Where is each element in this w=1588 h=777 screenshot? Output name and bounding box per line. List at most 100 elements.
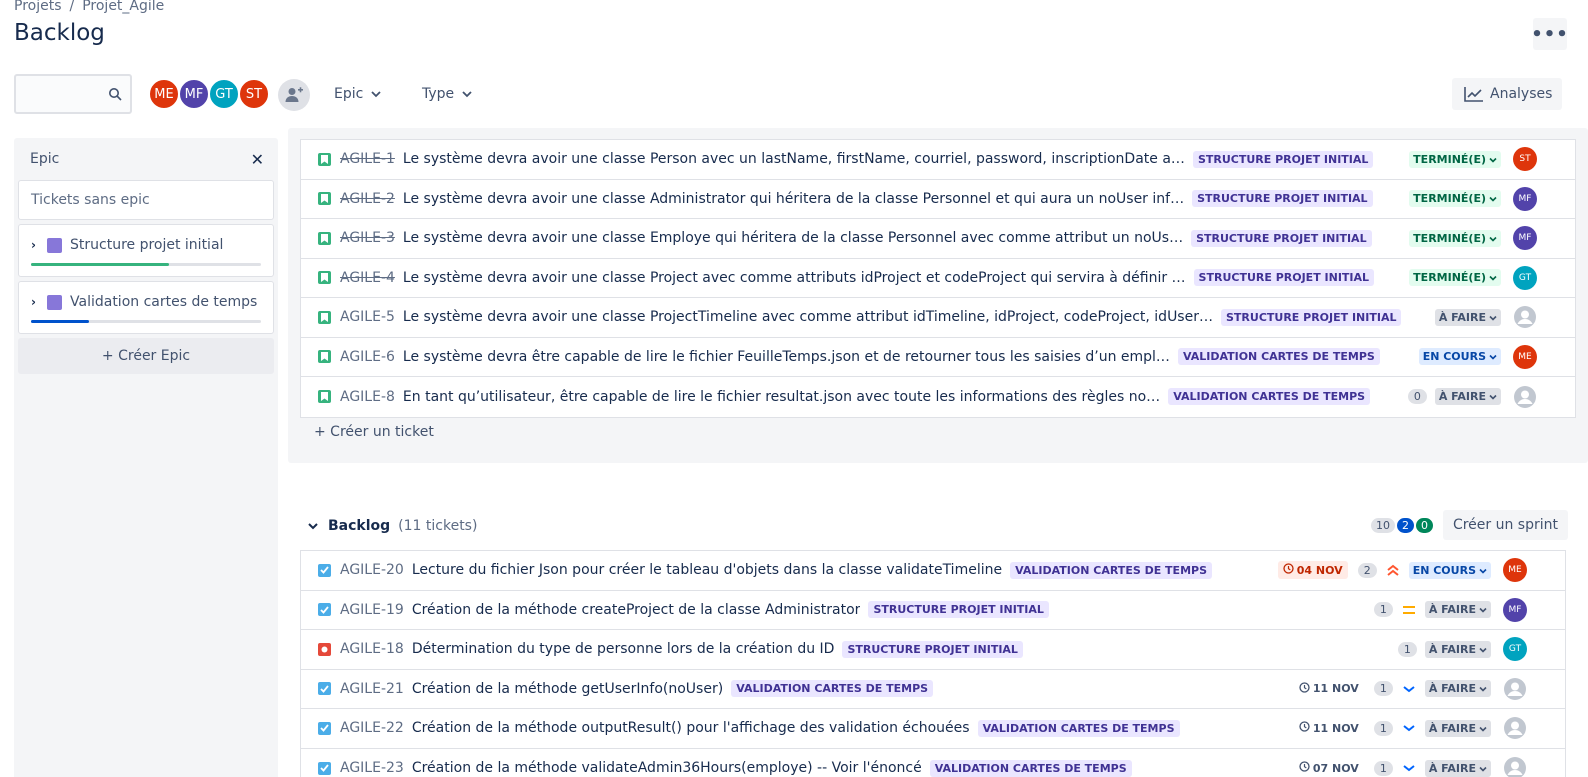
status-dropdown[interactable]: EN COURS: [1418, 348, 1501, 366]
analyses-button[interactable]: Analyses: [1452, 78, 1563, 110]
assignee-avatar[interactable]: MF: [1503, 597, 1527, 622]
chevron-down-icon[interactable]: [308, 522, 318, 530]
avatar[interactable]: GT: [208, 78, 240, 110]
status-dropdown[interactable]: TERMINÉ(E): [1409, 269, 1501, 287]
epic-lozenge[interactable]: STRUCTURE PROJET INITIAL: [1192, 150, 1374, 168]
epic-lozenge[interactable]: STRUCTURE PROJET INITIAL: [842, 640, 1023, 658]
status-dropdown[interactable]: TERMINÉ(E): [1409, 190, 1501, 208]
issue-summary[interactable]: Création de la méthode createProject de …: [412, 602, 861, 618]
issue-key[interactable]: AGILE-2: [340, 191, 395, 207]
issue-key[interactable]: AGILE-8: [340, 389, 395, 405]
issue-summary[interactable]: Détermination du type de personne lors d…: [412, 641, 835, 657]
issue-summary[interactable]: Le système devra avoir une classe Projec…: [403, 270, 1186, 286]
unassigned-avatar-icon[interactable]: [1503, 676, 1527, 701]
issue-row[interactable]: AGILE-22 Création de la méthode outputRes…: [301, 709, 1565, 749]
issue-key[interactable]: AGILE-21: [340, 681, 404, 697]
epic-lozenge[interactable]: STRUCTURE PROJET INITIAL: [868, 601, 1049, 619]
issue-row[interactable]: AGILE-4 Le système devra avoir une classe…: [301, 259, 1575, 298]
breadcrumb-project[interactable]: Projet_Agile: [82, 0, 164, 14]
epic-item[interactable]: › Validation cartes de temps: [18, 281, 274, 334]
issue-key[interactable]: AGILE-1: [340, 151, 395, 167]
epic-item[interactable]: › Structure projet initial: [18, 224, 274, 277]
issue-row[interactable]: AGILE-21 Création de la méthode getUserIn…: [301, 670, 1565, 709]
issue-row[interactable]: AGILE-19 Création de la méthode createPro…: [301, 591, 1565, 630]
unassigned-avatar-icon[interactable]: [1503, 716, 1527, 741]
issue-row[interactable]: AGILE-18 Détermination du type de personn…: [301, 630, 1565, 670]
issue-summary[interactable]: Le système devra avoir une classe Person…: [403, 151, 1185, 167]
issue-key[interactable]: AGILE-6: [340, 349, 395, 365]
chevron-right-icon[interactable]: ›: [31, 295, 39, 309]
issue-row[interactable]: AGILE-5 Le système devra avoir une classe…: [301, 298, 1575, 338]
chevron-right-icon[interactable]: ›: [31, 238, 39, 252]
create-sprint-button[interactable]: Créer un sprint: [1442, 510, 1568, 540]
issue-summary[interactable]: Le système devra avoir une classe Employ…: [403, 230, 1183, 246]
epic-lozenge[interactable]: STRUCTURE PROJET INITIAL: [1220, 308, 1402, 326]
issue-key[interactable]: AGILE-3: [340, 230, 395, 246]
issue-key[interactable]: AGILE-19: [340, 602, 404, 618]
epic-item-no-epic[interactable]: Tickets sans epic: [18, 180, 274, 220]
unassigned-avatar-icon[interactable]: [1513, 384, 1537, 409]
search-input[interactable]: [16, 76, 96, 112]
avatar[interactable]: ST: [238, 78, 270, 110]
issue-summary[interactable]: Création de la méthode validateAdmin36Ho…: [412, 760, 922, 776]
unassigned-avatar-icon[interactable]: [1513, 305, 1537, 330]
type-filter[interactable]: Type: [416, 80, 478, 108]
issue-summary[interactable]: Le système devra être capable de lire le…: [403, 349, 1170, 365]
issue-key[interactable]: AGILE-5: [340, 309, 395, 325]
epic-lozenge[interactable]: VALIDATION CARTES DE TEMPS: [1177, 348, 1380, 366]
assignee-avatar[interactable]: ST: [1513, 147, 1537, 172]
issue-key[interactable]: AGILE-4: [340, 270, 395, 286]
add-people-button[interactable]: [278, 79, 310, 111]
status-dropdown[interactable]: À FAIRE: [1424, 680, 1491, 698]
issue-summary[interactable]: Création de la méthode outputResult() po…: [412, 720, 970, 736]
epic-lozenge[interactable]: STRUCTURE PROJET INITIAL: [1191, 229, 1372, 247]
status-dropdown[interactable]: À FAIRE: [1434, 308, 1501, 326]
issue-key[interactable]: AGILE-18: [340, 641, 404, 657]
issue-row[interactable]: AGILE-2 Le système devra avoir une classe…: [301, 180, 1575, 219]
status-dropdown[interactable]: À FAIRE: [1434, 388, 1501, 406]
assignee-avatar[interactable]: GT: [1503, 637, 1527, 662]
epic-lozenge[interactable]: VALIDATION CARTES DE TEMPS: [929, 759, 1132, 777]
assignee-avatar[interactable]: ME: [1513, 344, 1537, 369]
issue-summary[interactable]: Le système devra avoir une classe Projec…: [403, 309, 1213, 325]
epic-lozenge[interactable]: VALIDATION CARTES DE TEMPS: [977, 719, 1180, 737]
issue-summary[interactable]: Le système devra avoir une classe Admini…: [403, 191, 1184, 207]
assignee-avatar[interactable]: GT: [1513, 265, 1537, 290]
create-ticket-button[interactable]: + Créer un ticket: [314, 424, 434, 440]
issue-row[interactable]: AGILE-23 Création de la méthode validateA…: [301, 749, 1565, 777]
breadcrumb-projects[interactable]: Projets: [14, 0, 62, 14]
more-actions-button[interactable]: •••: [1531, 18, 1568, 50]
issue-summary[interactable]: Lecture du fichier Json pour créer le ta…: [412, 562, 1002, 578]
search-icon[interactable]: [108, 87, 122, 101]
issue-summary[interactable]: En tant qu’utilisateur, être capable de …: [403, 389, 1160, 405]
issue-row[interactable]: AGILE-6 Le système devra être capable de …: [301, 338, 1575, 377]
issue-key[interactable]: AGILE-22: [340, 720, 404, 736]
unassigned-avatar-icon[interactable]: [1503, 756, 1527, 777]
epic-lozenge[interactable]: VALIDATION CARTES DE TEMPS: [731, 680, 934, 698]
status-dropdown[interactable]: À FAIRE: [1424, 719, 1491, 737]
epic-lozenge[interactable]: STRUCTURE PROJET INITIAL: [1192, 190, 1373, 208]
epic-lozenge[interactable]: STRUCTURE PROJET INITIAL: [1193, 269, 1375, 287]
create-epic-button[interactable]: + Créer Epic: [18, 338, 274, 374]
issue-key[interactable]: AGILE-20: [340, 562, 404, 578]
epic-filter[interactable]: Epic: [328, 80, 387, 108]
issue-row[interactable]: AGILE-1 Le système devra avoir une classe…: [301, 140, 1575, 180]
status-dropdown[interactable]: EN COURS: [1408, 561, 1491, 579]
status-dropdown[interactable]: À FAIRE: [1424, 601, 1491, 619]
issue-row[interactable]: AGILE-20 Lecture du fichier Json pour cré…: [301, 551, 1565, 591]
assignee-avatar[interactable]: ME: [1503, 558, 1527, 583]
avatar[interactable]: MF: [178, 78, 210, 110]
assignee-avatar[interactable]: MF: [1513, 186, 1537, 211]
epic-lozenge[interactable]: VALIDATION CARTES DE TEMPS: [1168, 388, 1371, 406]
status-dropdown[interactable]: TERMINÉ(E): [1409, 150, 1501, 168]
issue-row[interactable]: AGILE-3 Le système devra avoir une classe…: [301, 219, 1575, 259]
status-dropdown[interactable]: À FAIRE: [1424, 640, 1491, 658]
issue-row[interactable]: AGILE-8 En tant qu’utilisateur, être capa…: [301, 377, 1575, 417]
issue-key[interactable]: AGILE-23: [340, 760, 404, 776]
status-dropdown[interactable]: TERMINÉ(E): [1409, 229, 1501, 247]
epic-lozenge[interactable]: VALIDATION CARTES DE TEMPS: [1010, 561, 1213, 579]
assignee-avatar[interactable]: MF: [1513, 226, 1537, 251]
avatar[interactable]: ME: [148, 78, 180, 110]
close-icon[interactable]: ✕: [251, 150, 264, 169]
issue-summary[interactable]: Création de la méthode getUserInfo(noUse…: [412, 681, 723, 697]
